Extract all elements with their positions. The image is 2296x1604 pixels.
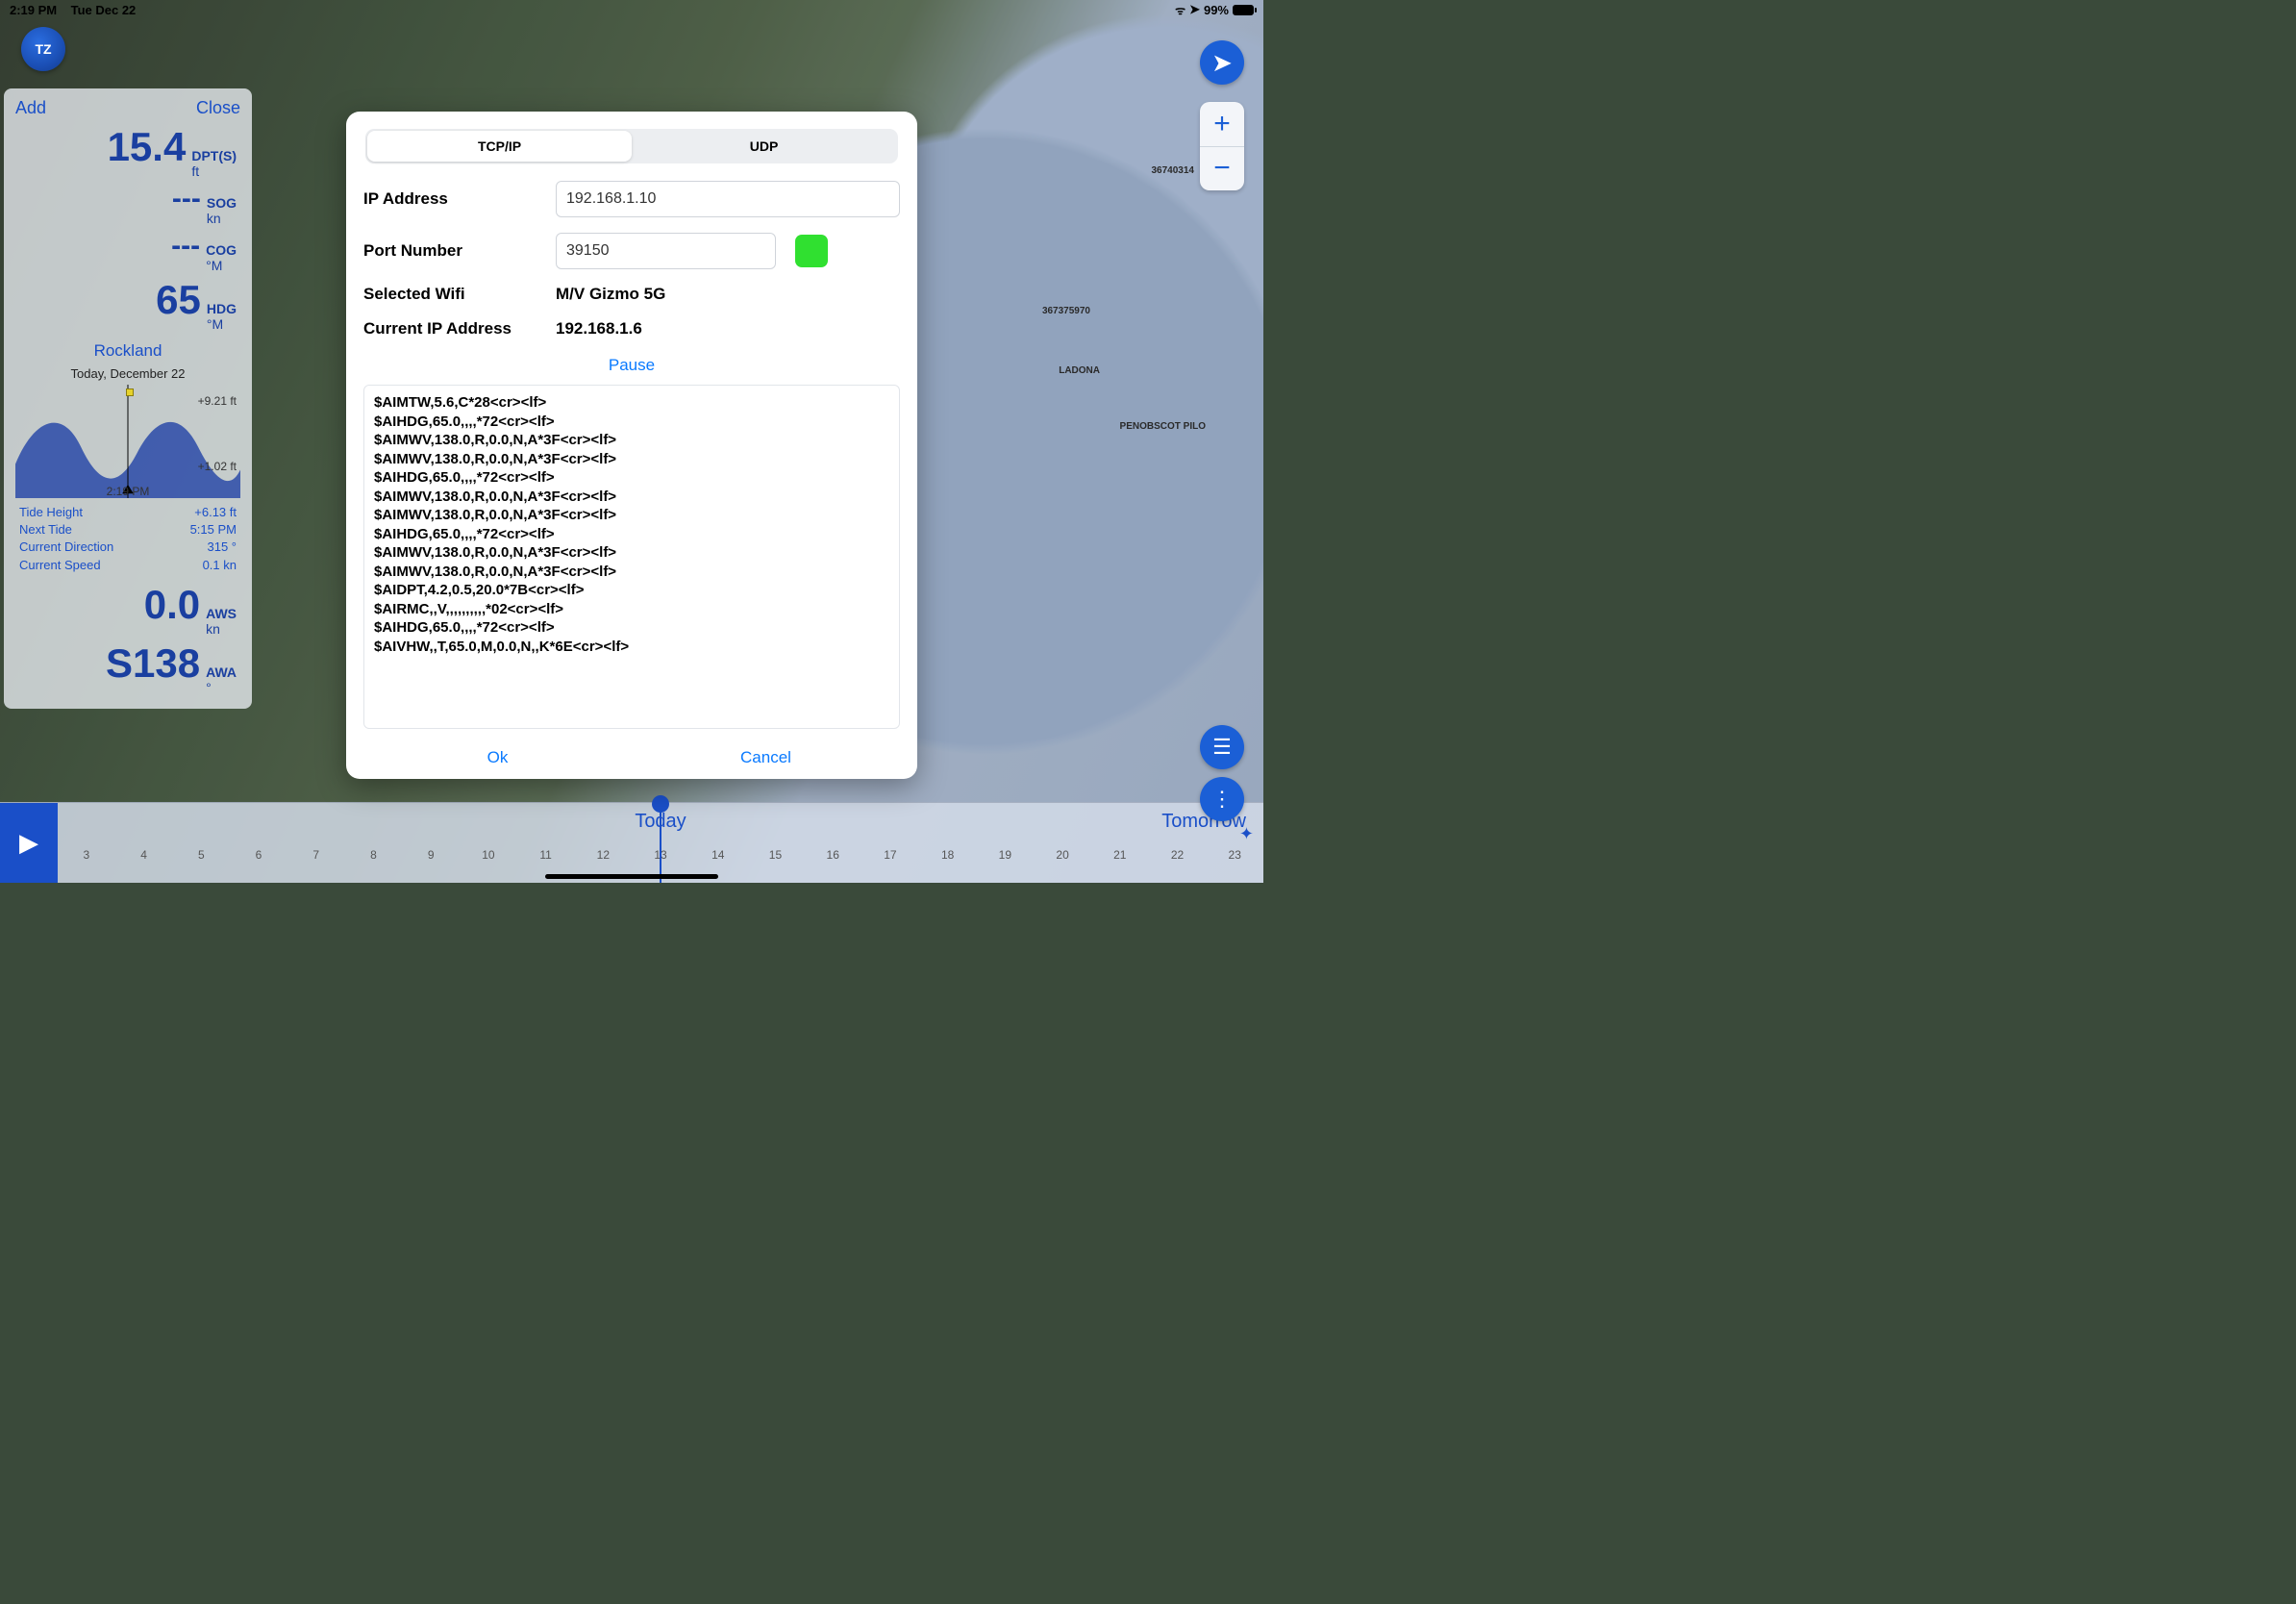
zoom-out-button[interactable]: − [1200, 147, 1244, 191]
timeline-hour-tick: 17 [861, 848, 919, 862]
location-icon: ➤ [1189, 2, 1200, 17]
status-date: Tue Dec 22 [71, 3, 137, 17]
tide-details: Tide Height+6.13 ft Next Tide5:15 PM Cur… [10, 500, 246, 582]
wifi-icon: ᯤ [1175, 2, 1185, 18]
timeline-hour-tick: 9 [402, 848, 460, 862]
recenter-button[interactable]: ➤ [1200, 40, 1244, 85]
tide-date: Today, December 22 [10, 361, 246, 381]
selected-wifi-value: M/V Gizmo 5G [556, 285, 665, 304]
timeline-hour-tick: 23 [1206, 848, 1263, 862]
timeline-hour-tick: 5 [172, 848, 230, 862]
tide-low-value: +1.02 ft [198, 460, 237, 473]
hdg-reading: 65 HDG°M [10, 277, 246, 334]
tide-high-value: +9.21 ft [198, 394, 237, 408]
play-button[interactable]: ▶ [0, 803, 58, 883]
timeline-hour-tick: 11 [517, 848, 575, 862]
port-number-input[interactable] [556, 233, 776, 269]
timeline-hour-tick: 3 [58, 848, 115, 862]
arrow-icon: ➤ [1211, 48, 1233, 78]
tide-chart: +9.21 ft +1.02 ft 2:19 PM [15, 385, 240, 498]
cog-reading: --- COG°M [10, 230, 246, 275]
more-button[interactable]: ⋮ [1200, 777, 1244, 821]
home-indicator[interactable] [545, 874, 718, 879]
cancel-button[interactable]: Cancel [632, 748, 900, 767]
timeline-hour-tick: 8 [345, 848, 403, 862]
pause-button[interactable]: Pause [363, 354, 900, 385]
plus-icon: + [1213, 108, 1231, 140]
timeline-hour-tick: 7 [287, 848, 345, 862]
layers-icon: ☰ [1212, 735, 1232, 760]
timeline-hour-tick: 22 [1149, 848, 1207, 862]
current-ip-value: 192.168.1.6 [556, 319, 642, 338]
timeline-hour-tick: 10 [460, 848, 517, 862]
more-vertical-icon: ⋮ [1211, 787, 1233, 812]
timeline-hour-tick: 18 [919, 848, 977, 862]
tab-tcpip[interactable]: TCP/IP [367, 131, 632, 162]
connection-status-indicator [795, 235, 828, 267]
status-bar: 2:19 PM Tue Dec 22 ᯤ ➤ 99% [0, 0, 1263, 19]
timeline-hour-tick: 12 [574, 848, 632, 862]
status-battery: 99% [1204, 3, 1229, 17]
timeline-bar: ▶ Today Tomorrow 34567891011121314151617… [0, 802, 1263, 883]
location-name: Rockland [10, 336, 246, 361]
layers-button[interactable]: ☰ [1200, 725, 1244, 769]
timeline-hour-tick: 6 [230, 848, 287, 862]
protocol-segmented-control: TCP/IP UDP [365, 129, 898, 163]
selected-wifi-label: Selected Wifi [363, 285, 556, 304]
nmea-log-output[interactable]: $AIMTW,5.6,C*28<cr><lf> $AIHDG,65.0,,,,*… [363, 385, 900, 729]
port-number-label: Port Number [363, 241, 556, 261]
depth-reading: 15.4 DPT(S) ft [10, 124, 246, 181]
ip-address-input[interactable] [556, 181, 900, 217]
timeline-track[interactable]: Today Tomorrow 3456789101112131415161718… [58, 803, 1263, 883]
timeline-playhead[interactable] [660, 803, 661, 883]
app-logo[interactable]: TZ [21, 27, 65, 71]
play-icon: ▶ [19, 828, 38, 858]
timeline-hour-tick: 16 [804, 848, 861, 862]
nmea-connection-modal: TCP/IP UDP IP Address Port Number Select… [346, 112, 917, 779]
depth-value: 15.4 [108, 124, 187, 170]
current-ip-label: Current IP Address [363, 319, 556, 338]
minus-icon: − [1213, 152, 1231, 185]
aws-reading: 0.0 AWSkn [10, 582, 246, 639]
awa-reading: S138 AWA° [10, 640, 246, 697]
ok-button[interactable]: Ok [363, 748, 632, 767]
zoom-in-button[interactable]: + [1200, 102, 1244, 147]
timeline-hour-tick: 21 [1091, 848, 1149, 862]
tide-time-marker: 2:19 PM [107, 485, 150, 498]
nav-data-panel: Add Close 15.4 DPT(S) ft --- SOGkn --- C… [4, 88, 252, 709]
ip-address-label: IP Address [363, 189, 556, 209]
timeline-star-icon[interactable]: ✦ [1239, 824, 1254, 844]
tab-udp[interactable]: UDP [632, 131, 896, 162]
sun-marker-icon [126, 388, 134, 396]
add-button[interactable]: Add [15, 98, 46, 118]
sog-reading: --- SOGkn [10, 183, 246, 228]
timeline-hour-tick: 20 [1034, 848, 1091, 862]
timeline-hour-tick: 15 [747, 848, 805, 862]
battery-icon [1233, 5, 1254, 15]
timeline-hour-tick: 4 [115, 848, 173, 862]
zoom-control: + − [1200, 102, 1244, 190]
timeline-hour-tick: 19 [977, 848, 1035, 862]
close-panel-button[interactable]: Close [196, 98, 240, 118]
status-time: 2:19 PM [10, 3, 57, 17]
timeline-hour-tick: 14 [689, 848, 747, 862]
